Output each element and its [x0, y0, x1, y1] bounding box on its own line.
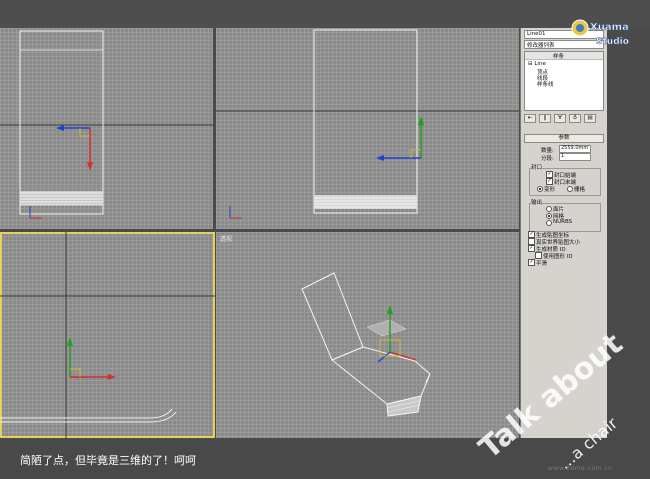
watermark-line1: Talk about — [473, 330, 630, 466]
segments-value: 1 — [561, 153, 565, 159]
stack-item-spline[interactable]: 样条线 — [537, 80, 554, 88]
output-group — [529, 203, 601, 232]
use-shape-ids-label: 使用图形 ID — [543, 254, 573, 260]
cap-start-checkbox[interactable]: ✓ — [546, 171, 553, 178]
smooth-checkbox[interactable]: ✓ — [528, 259, 535, 266]
params-rollout-header[interactable]: 参数 — [524, 134, 604, 143]
watermark-url: www.3dme.com.cn — [548, 465, 613, 472]
morph-radio[interactable] — [537, 186, 543, 192]
app-window: 透视 Line01 修改器列表 样条 ⊟ Line 顶点 线段 样条线 ⇤ ‖ … — [0, 0, 650, 479]
viewport-left-canvas — [0, 232, 215, 438]
show-end-result-icon[interactable]: ‖ — [539, 114, 551, 123]
real-world-checkbox[interactable] — [528, 238, 535, 245]
segments-label: 分段: — [541, 156, 554, 162]
caption-text: 简陋了点，但毕竟是三维的了！呵呵 — [20, 454, 196, 467]
top-menu-bar — [0, 0, 650, 28]
stack-toolbar: ⇤ ‖ ∀ ♁ ▤ — [524, 114, 602, 123]
modifier-list-label: 修改器列表 — [527, 43, 555, 49]
output-group-title: 输出 — [531, 198, 543, 206]
watermark-graphic: Talk about ...a chair — [473, 330, 630, 473]
move-gizmo[interactable] — [56, 125, 93, 171]
count-label: 数量: — [541, 148, 554, 154]
viewport-front-canvas — [216, 29, 519, 219]
count-spinner[interactable]: 2559.0mm — [559, 145, 591, 153]
remove-modifier-icon[interactable]: ♁ — [569, 114, 581, 123]
stack-header: 样条 — [553, 54, 565, 60]
object-name-value: Line01 — [527, 31, 546, 37]
pin-stack-icon[interactable]: ⇤ — [524, 114, 536, 123]
viewport-left[interactable] — [0, 232, 215, 438]
smooth-label: 平滑 — [536, 261, 548, 267]
gen-mat-ids-checkbox[interactable]: ✓ — [528, 245, 535, 252]
grid-radio[interactable] — [567, 186, 573, 192]
studio-logo: Xuama Studio — [571, 19, 629, 47]
patch-radio[interactable] — [546, 206, 552, 212]
front-slats — [314, 195, 417, 209]
cap-end-label: 封口末端 — [554, 180, 577, 186]
logo-line1: Xuama — [590, 22, 629, 33]
grid-label: 栅格 — [574, 187, 586, 193]
stack-item-line[interactable]: ⊟ Line — [528, 61, 546, 67]
make-unique-icon[interactable]: ∀ — [554, 114, 566, 123]
chair-wireframe — [301, 272, 431, 417]
gen-map-checkbox[interactable]: ✓ — [528, 231, 535, 238]
transform-gizmo-3d[interactable] — [366, 305, 417, 363]
cap-group-title: 封口 — [531, 163, 543, 171]
viewport-top-canvas — [0, 30, 213, 219]
viewport-label: 透视 — [220, 236, 233, 243]
seat-slats — [20, 191, 103, 206]
count-value: 2559.0mm — [561, 145, 589, 151]
use-shape-ids-checkbox[interactable] — [535, 252, 542, 259]
configure-sets-icon[interactable]: ▤ — [584, 114, 596, 123]
segments-spinner[interactable]: 1 — [559, 153, 591, 161]
move-gizmo-left[interactable] — [67, 337, 116, 380]
logo-line2: Studio — [596, 37, 629, 47]
morph-label: 变形 — [544, 187, 556, 193]
axis-tripod — [29, 206, 42, 219]
mesh-radio[interactable] — [546, 213, 552, 219]
nurbs-label: NURBS — [553, 219, 573, 225]
cap-end-checkbox[interactable]: ✓ — [546, 178, 553, 185]
params-header-label: 参数 — [558, 135, 570, 141]
viewport-front[interactable] — [216, 28, 519, 229]
nurbs-radio[interactable] — [546, 220, 552, 226]
modifier-stack[interactable]: 样条 ⊟ Line 顶点 线段 样条线 — [524, 51, 604, 111]
viewport-top[interactable] — [0, 28, 213, 229]
